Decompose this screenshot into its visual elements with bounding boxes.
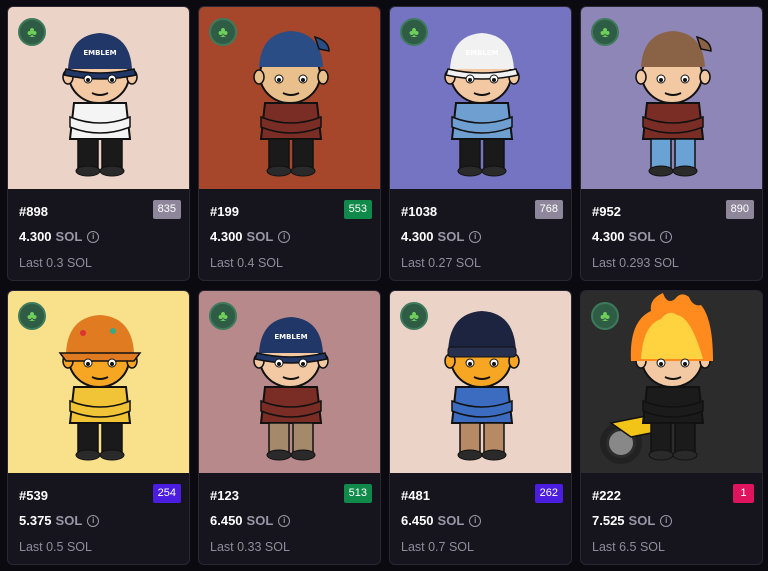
price-value: 5.375 — [19, 513, 52, 528]
info-icon[interactable]: i — [469, 230, 482, 243]
rarity-rank-badge: 254 — [152, 484, 181, 503]
info-icon[interactable]: i — [278, 514, 291, 527]
token-id: #952 — [592, 204, 621, 219]
card-info: #952 890 4.300 SOL i Last 0.293 SOL — [581, 189, 762, 280]
nft-card[interactable]: EMBLEM ♣ #123 513 6.450 SOL i Last 0.33 … — [198, 290, 381, 565]
clover-icon: ♣ — [591, 302, 619, 330]
rarity-rank-badge: 1 — [733, 484, 754, 503]
svg-text:EMBLEM: EMBLEM — [465, 49, 498, 57]
price-row: 4.300 SOL i — [592, 229, 673, 244]
clover-icon: ♣ — [209, 302, 237, 330]
card-info: #481 262 6.450 SOL i Last 0.7 SOL — [390, 473, 571, 564]
last-sale: Last 0.3 SOL — [19, 256, 92, 270]
info-icon[interactable]: i — [278, 230, 291, 243]
token-id: #222 — [592, 488, 621, 503]
price-row: 5.375 SOL i — [19, 513, 100, 528]
last-sale: Last 0.7 SOL — [401, 540, 474, 554]
clover-icon: ♣ — [18, 302, 46, 330]
price-row: 6.450 SOL i — [210, 513, 291, 528]
price-unit: SOL — [628, 229, 656, 244]
price-unit: SOL — [246, 513, 274, 528]
clover-icon: ♣ — [591, 18, 619, 46]
price-unit: SOL — [628, 513, 656, 528]
rarity-rank-badge: 835 — [152, 200, 181, 219]
nft-card[interactable]: ♣ #199 553 4.300 SOL i Last 0.4 SOL — [198, 6, 381, 281]
svg-text:EMBLEM: EMBLEM — [274, 333, 307, 341]
token-id: #123 — [210, 488, 239, 503]
price-unit: SOL — [246, 229, 274, 244]
token-id: #1038 — [401, 204, 438, 219]
info-icon[interactable]: i — [469, 514, 482, 527]
card-info: #222 1 7.525 SOL i Last 6.5 SOL — [581, 473, 762, 564]
price-value: 7.525 — [592, 513, 625, 528]
rarity-rank-badge: 768 — [534, 200, 563, 219]
card-info: #199 553 4.300 SOL i Last 0.4 SOL — [199, 189, 380, 280]
last-sale: Last 0.5 SOL — [19, 540, 92, 554]
nft-card[interactable]: ♣ #222 1 7.525 SOL i Last 6.5 SOL — [580, 290, 763, 565]
price-row: 6.450 SOL i — [401, 513, 482, 528]
clover-icon: ♣ — [18, 18, 46, 46]
price-row: 4.300 SOL i — [401, 229, 482, 244]
rarity-rank-badge: 890 — [725, 200, 754, 219]
nft-card[interactable]: ♣ #952 890 4.300 SOL i Last 0.293 SOL — [580, 6, 763, 281]
rarity-rank-badge: 262 — [534, 484, 563, 503]
nft-card[interactable]: ♣ #481 262 6.450 SOL i Last 0.7 SOL — [389, 290, 572, 565]
price-value: 6.450 — [401, 513, 434, 528]
token-id: #539 — [19, 488, 48, 503]
token-id: #199 — [210, 204, 239, 219]
token-id: #481 — [401, 488, 430, 503]
last-sale: Last 6.5 SOL — [592, 540, 665, 554]
price-row: 4.300 SOL i — [210, 229, 291, 244]
last-sale: Last 0.4 SOL — [210, 256, 283, 270]
price-value: 6.450 — [210, 513, 243, 528]
last-sale: Last 0.293 SOL — [592, 256, 679, 270]
card-info: #539 254 5.375 SOL i Last 0.5 SOL — [8, 473, 189, 564]
price-value: 4.300 — [401, 229, 434, 244]
price-unit: SOL — [55, 229, 83, 244]
price-unit: SOL — [55, 513, 83, 528]
price-unit: SOL — [437, 513, 465, 528]
price-unit: SOL — [437, 229, 465, 244]
clover-icon: ♣ — [400, 18, 428, 46]
info-icon[interactable]: i — [660, 514, 673, 527]
card-info: #123 513 6.450 SOL i Last 0.33 SOL — [199, 473, 380, 564]
price-row: 7.525 SOL i — [592, 513, 673, 528]
last-sale: Last 0.33 SOL — [210, 540, 290, 554]
token-id: #898 — [19, 204, 48, 219]
rarity-rank-badge: 553 — [343, 200, 372, 219]
price-value: 4.300 — [592, 229, 625, 244]
card-info: #898 835 4.300 SOL i Last 0.3 SOL — [8, 189, 189, 280]
price-value: 4.300 — [19, 229, 52, 244]
nft-card[interactable]: EMBLEM ♣ #1038 768 4.300 SOL i Last 0.27… — [389, 6, 572, 281]
card-info: #1038 768 4.300 SOL i Last 0.27 SOL — [390, 189, 571, 280]
price-row: 4.300 SOL i — [19, 229, 100, 244]
nft-card[interactable]: EMBLEM ♣ #898 835 4.300 SOL i Last 0.3 S… — [7, 6, 190, 281]
info-icon[interactable]: i — [87, 514, 100, 527]
rarity-rank-badge: 513 — [343, 484, 372, 503]
clover-icon: ♣ — [209, 18, 237, 46]
info-icon[interactable]: i — [660, 230, 673, 243]
nft-card[interactable]: ♣ #539 254 5.375 SOL i Last 0.5 SOL — [7, 290, 190, 565]
clover-icon: ♣ — [400, 302, 428, 330]
nft-grid: EMBLEM ♣ #898 835 4.300 SOL i Last 0.3 S… — [0, 0, 768, 571]
info-icon[interactable]: i — [87, 230, 100, 243]
svg-text:EMBLEM: EMBLEM — [83, 49, 116, 57]
last-sale: Last 0.27 SOL — [401, 256, 481, 270]
price-value: 4.300 — [210, 229, 243, 244]
